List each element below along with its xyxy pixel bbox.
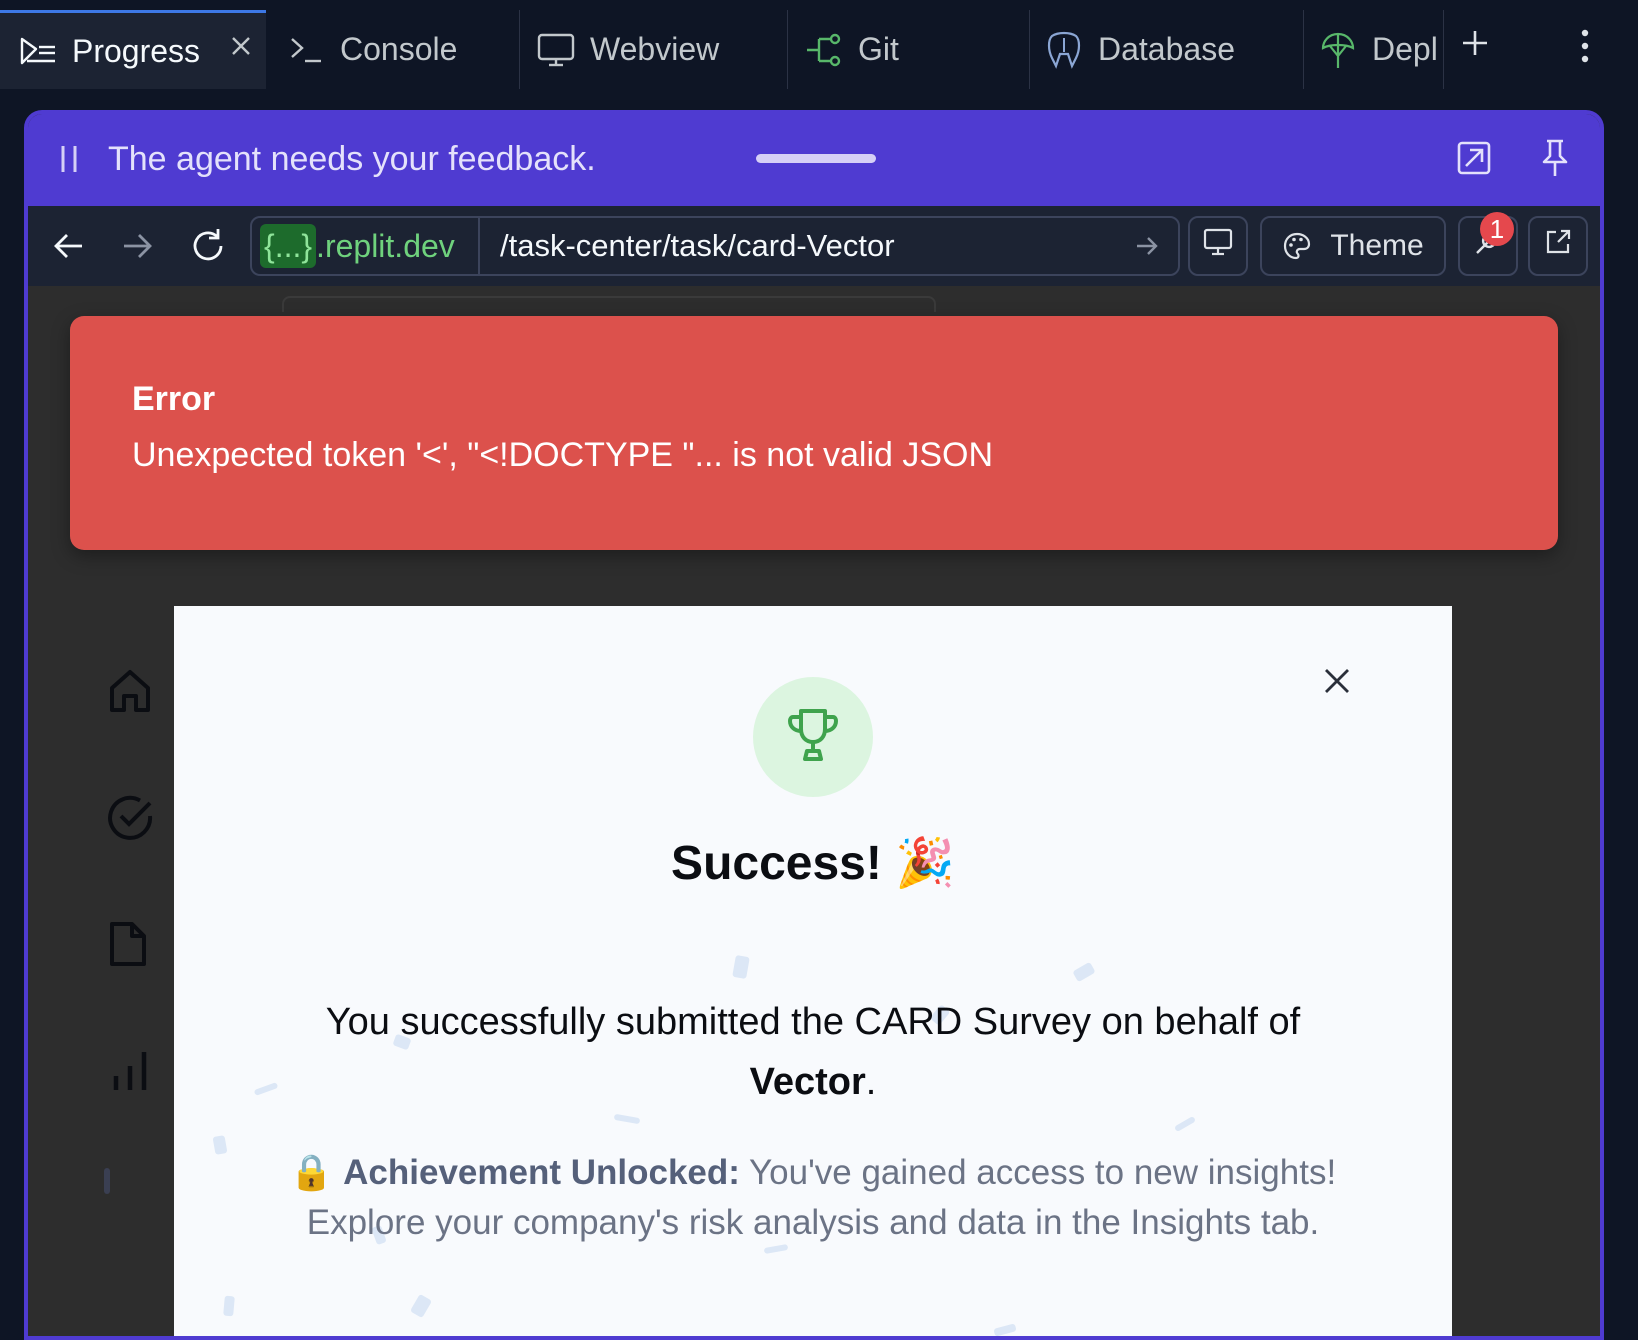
modal-message: You successfully submitted the CARD Surv…: [284, 992, 1342, 1112]
sidebar-scroll-indicator: [104, 1168, 110, 1194]
confetti-piece: [613, 1113, 641, 1125]
message-suffix: .: [865, 1061, 877, 1103]
trophy-icon: [783, 705, 843, 770]
tab-label: Database: [1098, 31, 1235, 67]
go-arrow-icon[interactable]: [1134, 232, 1160, 265]
workspace-tab-bar: Progress Console Webview Git Database De…: [0, 0, 1638, 89]
monitor-icon: [536, 30, 576, 70]
feedback-message: The agent needs your feedback.: [108, 140, 596, 178]
monitor-icon: [1203, 228, 1233, 264]
success-modal: Success! 🎉 You successfully submitted th…: [174, 606, 1452, 1336]
back-arrow-icon[interactable]: [52, 226, 86, 271]
external-link-icon: [1543, 227, 1573, 265]
tab-console[interactable]: Console: [266, 10, 520, 89]
url-divider: [478, 218, 480, 274]
modal-title: Success! 🎉: [671, 837, 955, 890]
achievement-label: Achievement Unlocked:: [343, 1153, 740, 1192]
page-content: % Success! 🎉: [28, 286, 1600, 1336]
achievement-message: 🔒 Achievement Unlocked: You've gained ac…: [284, 1148, 1342, 1248]
more-options-icon[interactable]: [1570, 28, 1600, 69]
tab-label: Git: [858, 31, 899, 67]
tab-label: Console: [340, 31, 458, 67]
tab-label: Progress: [72, 32, 201, 69]
task-check-icon[interactable]: [106, 794, 154, 847]
domain-suffix: .replit.dev: [316, 227, 455, 264]
tab-git[interactable]: Git: [788, 10, 1030, 89]
open-new-tab-button[interactable]: [1528, 216, 1588, 276]
tab-database[interactable]: Database: [1030, 10, 1304, 89]
error-toast[interactable]: Error Unexpected token '<', "<!DOCTYPE "…: [70, 316, 1558, 550]
error-title: Error: [132, 380, 216, 418]
background-card-outline: [282, 296, 936, 312]
trophy-badge: [753, 677, 873, 797]
drag-handle[interactable]: [756, 154, 876, 163]
progress-icon: [18, 31, 58, 71]
error-message: Unexpected token '<', "<!DOCTYPE "... is…: [132, 436, 994, 474]
confetti-piece: [409, 1293, 433, 1319]
tab-deployments[interactable]: Depl: [1304, 10, 1444, 89]
close-icon[interactable]: [1322, 666, 1352, 701]
message-prefix: You successfully submitted the CARD Surv…: [325, 1001, 1301, 1043]
git-icon: [804, 30, 844, 70]
pause-icon[interactable]: [58, 142, 80, 181]
add-tab-icon[interactable]: [1460, 28, 1490, 63]
confetti-piece: [253, 1082, 279, 1096]
palette-icon: [1282, 231, 1312, 261]
confetti-piece: [1173, 1115, 1197, 1133]
browser-toolbar: {...} .replit.dev /task-center/task/card-…: [28, 206, 1600, 286]
tab-label: Webview: [590, 31, 720, 67]
confetti-piece: [993, 1323, 1017, 1336]
devtools-button[interactable]: 1: [1458, 212, 1518, 276]
webview-frame: The agent needs your feedback. {...} .rep…: [24, 110, 1604, 1340]
notification-badge: 1: [1480, 212, 1514, 246]
document-icon[interactable]: [106, 920, 150, 973]
console-icon: [286, 30, 326, 70]
tab-label: Depl: [1372, 31, 1438, 67]
url-path: /task-center/task/card-Vector: [500, 228, 895, 263]
theme-label: Theme: [1330, 229, 1424, 262]
device-preview-button[interactable]: [1188, 216, 1248, 276]
theme-button[interactable]: Theme: [1260, 216, 1446, 276]
company-name: Vector: [749, 1061, 866, 1103]
database-icon: [1044, 30, 1084, 70]
confetti-piece: [212, 1135, 228, 1155]
domain-highlight: {...}: [260, 224, 317, 268]
agent-feedback-bar: The agent needs your feedback.: [28, 114, 1600, 206]
forward-arrow-icon[interactable]: [120, 226, 154, 271]
confetti-piece: [223, 1295, 235, 1317]
home-icon[interactable]: [106, 666, 154, 719]
insights-chart-icon[interactable]: [106, 1046, 154, 1099]
confetti-piece: [1072, 961, 1096, 983]
deploy-icon: [1318, 30, 1358, 70]
tab-progress[interactable]: Progress: [0, 10, 266, 89]
url-bar[interactable]: {...} .replit.dev /task-center/task/card-…: [250, 216, 1180, 276]
url-domain: {...} .replit.dev: [260, 224, 455, 268]
pin-icon[interactable]: [1540, 138, 1570, 183]
confetti-piece: [732, 954, 750, 980]
close-icon[interactable]: [230, 35, 252, 57]
lock-icon: 🔒: [289, 1153, 334, 1192]
pop-out-icon[interactable]: [1456, 140, 1492, 181]
tab-webview[interactable]: Webview: [520, 10, 788, 89]
refresh-icon[interactable]: [188, 226, 228, 271]
